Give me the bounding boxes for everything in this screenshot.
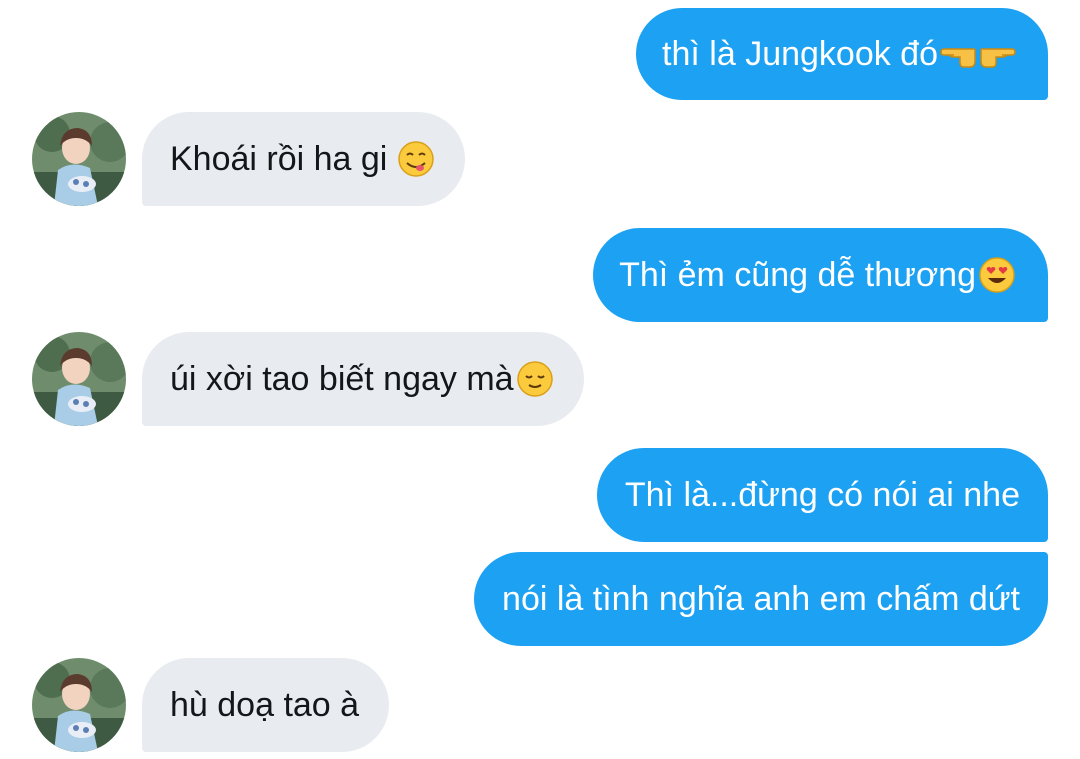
contact-avatar[interactable] [32, 658, 126, 752]
message-text: thì là Jungkook đó [662, 35, 938, 73]
incoming-message[interactable]: hù doạ tao à [142, 658, 390, 752]
chat-thread: thì là Jungkook đó Khoái rồi ha gi Thì ẻ… [0, 0, 1080, 759]
relieved-face-icon [516, 360, 554, 398]
message-text: Thì là...đừng có nói ai nhe [624, 476, 1020, 514]
incoming-message[interactable]: úi xời tao biết ngay mà [142, 332, 584, 426]
message-text: hù doạ tao à [170, 686, 360, 724]
heart-eyes-icon [978, 256, 1016, 294]
backhand-index-left-icon [940, 35, 978, 73]
contact-avatar[interactable] [32, 332, 126, 426]
outgoing-message[interactable]: Thì ẻm cũng dễ thương [593, 228, 1048, 322]
outgoing-message[interactable]: Thì là...đừng có nói ai nhe [596, 448, 1048, 542]
message-text: Thì ẻm cũng dễ thương [619, 256, 976, 294]
message-text: nói là tình nghĩa anh em chấm dứt [502, 580, 1020, 618]
outgoing-message[interactable]: nói là tình nghĩa anh em chấm dứt [474, 552, 1048, 646]
outgoing-message[interactable]: thì là Jungkook đó [636, 8, 1048, 100]
message-text: úi xời tao biết ngay mà [170, 360, 514, 398]
face-savoring-food-icon [397, 140, 435, 178]
contact-avatar[interactable] [32, 112, 126, 206]
incoming-message[interactable]: Khoái rồi ha gi [142, 112, 465, 206]
message-text: Khoái rồi ha gi [170, 140, 397, 178]
backhand-index-right-icon [978, 35, 1016, 73]
